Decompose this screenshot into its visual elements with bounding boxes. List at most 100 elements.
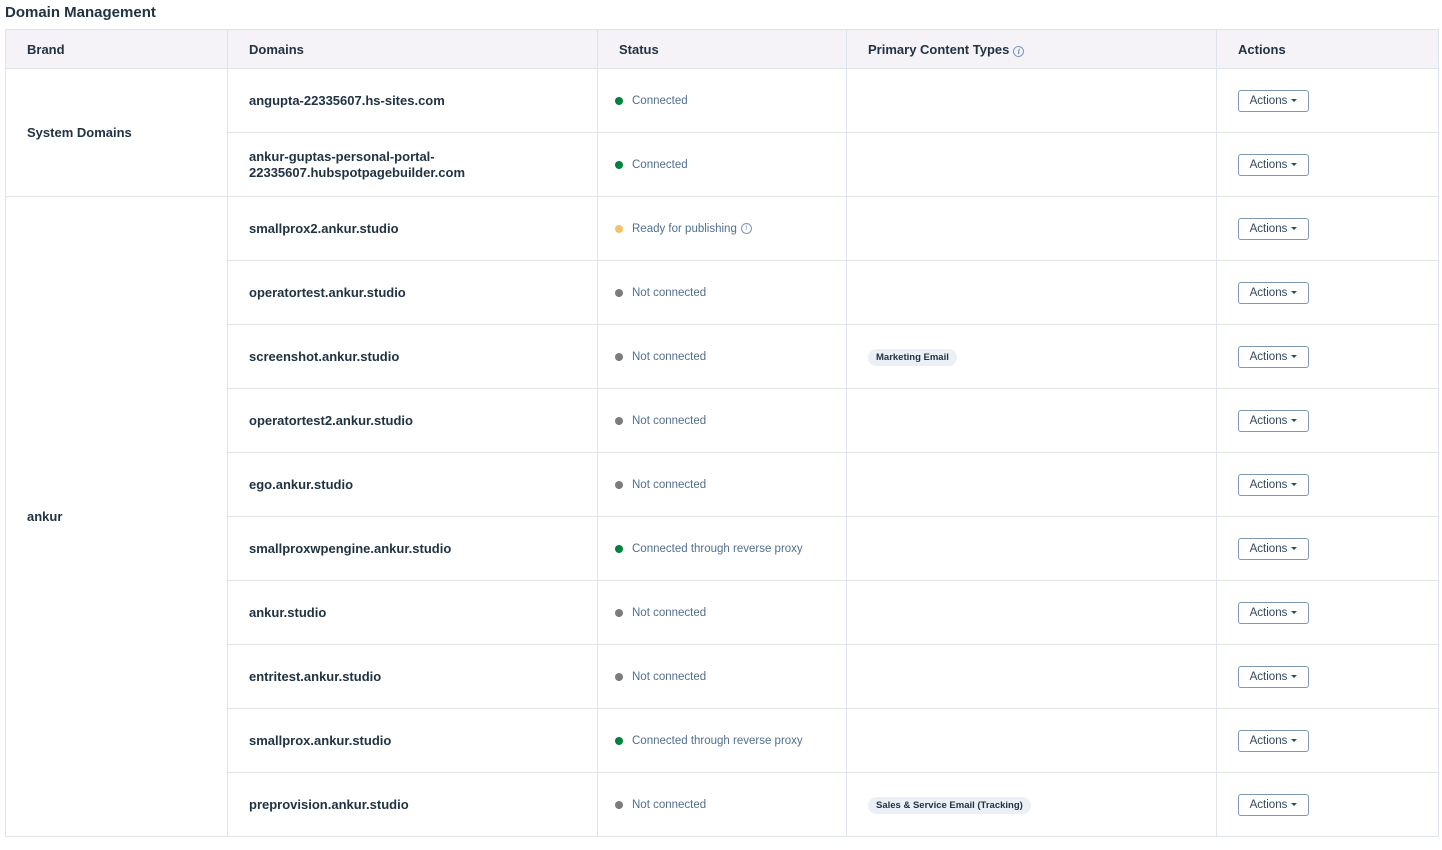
status-label: Connected through reverse proxy — [632, 734, 803, 747]
header-content-types-label: Primary Content Types — [868, 41, 1010, 57]
actions-dropdown-button[interactable]: Actions — [1238, 345, 1309, 368]
status-label: Not connected — [632, 350, 707, 363]
table-body: System Domains angupta-22335607.hs-sites.… — [5, 68, 1439, 837]
actions-dropdown-button[interactable]: Actions — [1238, 281, 1309, 304]
status-label: Not connected — [632, 606, 707, 619]
actions-dropdown-button[interactable]: Actions — [1238, 665, 1309, 688]
caret-down-icon — [1291, 739, 1298, 742]
status-dot-icon — [615, 160, 623, 169]
actions-button-label: Actions — [1249, 606, 1288, 619]
caret-down-icon — [1291, 419, 1298, 422]
actions-button-label: Actions — [1249, 542, 1288, 555]
caret-down-icon — [1291, 355, 1298, 358]
status-label: Connected — [632, 158, 688, 171]
status-cell: Ready for publishing i — [597, 196, 847, 261]
status-dot-icon — [615, 96, 623, 105]
status-label: Not connected — [632, 670, 707, 683]
actions-dropdown-button[interactable]: Actions — [1238, 601, 1309, 624]
actions-dropdown-button[interactable]: Actions — [1238, 89, 1309, 112]
domain-name[interactable]: preprovision.ankur.studio — [249, 797, 409, 812]
status-label: Ready for publishing — [632, 222, 737, 235]
brand-cell: System Domains — [5, 68, 228, 197]
domain-name[interactable]: ankur-guptas-personal-portal- 22335607.h… — [249, 149, 465, 180]
actions-dropdown-button[interactable]: Actions — [1238, 793, 1309, 816]
actions-cell: Actions — [1216, 324, 1439, 389]
domain-name[interactable]: angupta-22335607.hs-sites.com — [249, 93, 445, 108]
status-dot-icon — [615, 224, 623, 233]
status-dot-icon — [615, 480, 623, 489]
status-cell: Not connected — [597, 772, 847, 837]
header-actions-label: Actions — [1238, 41, 1286, 57]
status-dot-icon — [615, 288, 623, 297]
domain-cell: operatortest2.ankur.studio — [227, 388, 598, 453]
actions-button-label: Actions — [1249, 734, 1288, 747]
status-label: Not connected — [632, 478, 707, 491]
domain-name[interactable]: screenshot.ankur.studio — [249, 349, 399, 364]
content-type-cell — [846, 260, 1217, 325]
actions-cell: Actions — [1216, 452, 1439, 517]
domain-name[interactable]: ego.ankur.studio — [249, 477, 353, 492]
status-dot-icon — [615, 544, 623, 553]
actions-cell: Actions — [1216, 260, 1439, 325]
domain-cell: entritest.ankur.studio — [227, 644, 598, 709]
content-type-cell — [846, 580, 1217, 645]
status-indicator: Connected through reverse proxy — [614, 543, 803, 555]
status-label: Not connected — [632, 798, 707, 811]
status-label: Not connected — [632, 286, 707, 299]
status-dot-icon — [615, 352, 623, 361]
status-cell: Not connected — [597, 388, 847, 453]
page-title: Domain Management — [5, 4, 156, 21]
domain-name[interactable]: smallprox.ankur.studio — [249, 733, 391, 748]
content-type-cell — [846, 68, 1217, 133]
actions-cell: Actions — [1216, 132, 1439, 197]
header-brand[interactable]: Brand — [5, 29, 228, 69]
domain-cell: preprovision.ankur.studio — [227, 772, 598, 837]
info-icon[interactable]: i — [1013, 45, 1025, 57]
actions-button-label: Actions — [1249, 286, 1288, 299]
content-type-cell: Marketing Email — [846, 324, 1217, 389]
actions-button-label: Actions — [1249, 670, 1288, 683]
actions-dropdown-button[interactable]: Actions — [1238, 537, 1309, 560]
status-cell: Not connected — [597, 580, 847, 645]
header-domains[interactable]: Domains — [227, 29, 598, 69]
header-row: Brand Domains Status Primary Content Typ… — [5, 29, 1439, 69]
domain-name[interactable]: ankur.studio — [249, 605, 326, 620]
domain-cell: operatortest.ankur.studio — [227, 260, 598, 325]
actions-button-label: Actions — [1249, 222, 1288, 235]
info-icon[interactable]: i — [740, 223, 752, 234]
status-cell: Connected through reverse proxy — [597, 708, 847, 773]
status-indicator: Not connected — [614, 479, 706, 491]
caret-down-icon — [1291, 483, 1298, 486]
domain-name[interactable]: entritest.ankur.studio — [249, 669, 381, 684]
caret-down-icon — [1291, 675, 1298, 678]
status-cell: Not connected — [597, 644, 847, 709]
content-type-cell — [846, 452, 1217, 517]
content-type-badge: Sales & Service Email (Tracking) — [868, 797, 1031, 814]
actions-dropdown-button[interactable]: Actions — [1238, 729, 1309, 752]
actions-button-label: Actions — [1249, 158, 1288, 171]
header-content-types[interactable]: Primary Content Types i — [846, 29, 1217, 69]
domain-name[interactable]: operatortest2.ankur.studio — [249, 413, 413, 428]
status-label: Connected — [632, 94, 688, 107]
actions-dropdown-button[interactable]: Actions — [1238, 409, 1309, 432]
content-type-cell — [846, 388, 1217, 453]
status-dot-icon — [615, 608, 623, 617]
actions-cell: Actions — [1216, 772, 1439, 837]
header-status[interactable]: Status — [597, 29, 847, 69]
actions-dropdown-button[interactable]: Actions — [1238, 217, 1309, 240]
domain-name[interactable]: smallprox2.ankur.studio — [249, 221, 399, 236]
content-type-cell — [846, 708, 1217, 773]
status-cell: Not connected — [597, 324, 847, 389]
domain-name[interactable]: operatortest.ankur.studio — [249, 285, 406, 300]
domain-cell: smallprox2.ankur.studio — [227, 196, 598, 261]
actions-cell: Actions — [1216, 580, 1439, 645]
status-dot-icon — [615, 416, 623, 425]
caret-down-icon — [1291, 99, 1298, 102]
status-indicator: Ready for publishing i — [614, 223, 752, 235]
status-cell: Not connected — [597, 260, 847, 325]
actions-dropdown-button[interactable]: Actions — [1238, 473, 1309, 496]
content-type-cell — [846, 644, 1217, 709]
actions-cell: Actions — [1216, 68, 1439, 133]
domain-name[interactable]: smallproxwpengine.ankur.studio — [249, 541, 451, 556]
actions-dropdown-button[interactable]: Actions — [1238, 153, 1309, 176]
